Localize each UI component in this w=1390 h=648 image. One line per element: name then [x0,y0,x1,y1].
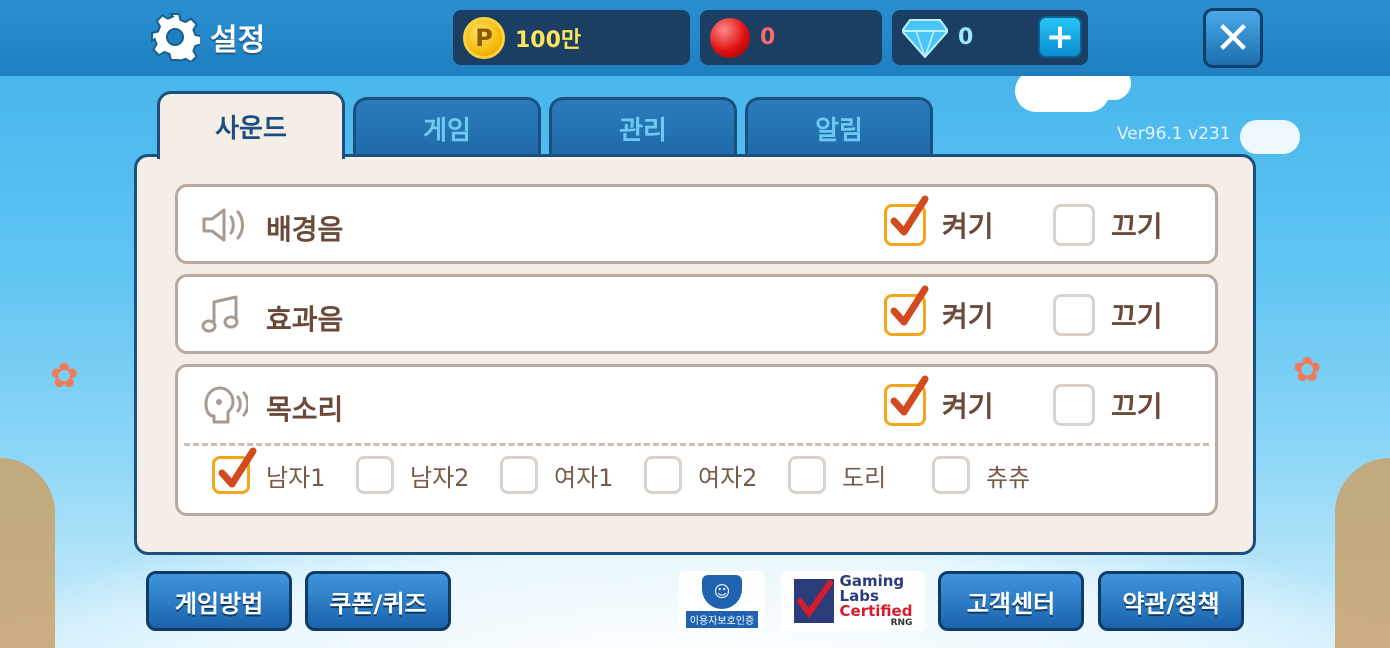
close-button[interactable]: ✕ [1203,8,1263,68]
ruby-value: 0 [760,25,776,50]
terms-policy-button[interactable]: 약관/정책 [1098,571,1244,631]
on-label: 켜기 [942,210,994,243]
checkmark-icon [890,285,929,326]
voice-male2-checkbox[interactable] [356,456,394,494]
tab-sound[interactable]: 사운드 [157,91,345,159]
on-label: 켜기 [942,300,994,333]
voice-option-chuchu[interactable]: 츄츄 [932,456,1076,494]
voice-label-chuchu: 츄츄 [986,463,1031,492]
gli-check-logo-icon [793,579,834,623]
shield-icon: ☺ [702,574,742,609]
maple-leaf-icon: ✿ [50,356,79,396]
checkmark-icon [890,375,929,416]
cloud-decoration [1240,120,1300,154]
voice-female2-checkbox[interactable] [644,456,682,494]
points-value: 100만 [515,27,582,53]
coin-icon: P [463,16,505,59]
top-bar: 설정 P 100만 0 0 + ✕ [0,0,1390,76]
bgm-off-option[interactable]: 끄기 [1053,204,1163,246]
dashed-divider [184,443,1209,446]
gear-icon [151,13,200,62]
diamond-icon [902,18,948,58]
maple-leaf-icon: ✿ [1293,350,1322,390]
coupon-quiz-button[interactable]: 쿠폰/퀴즈 [305,571,451,631]
title-area: 설정 [150,12,265,62]
sound-settings-panel: 배경음 켜기 끄기 효과음 켜기 끄기 목소리 켜기 끄기 남자1 남자2 여자… [134,154,1256,555]
voice-label-male2: 남자2 [410,463,470,492]
gli-text: Gaming Labs Certified RNG [840,574,913,628]
voice-label-female1: 여자1 [554,463,614,492]
bgm-label: 배경음 [266,213,344,246]
voice-option-male2[interactable]: 남자2 [356,456,500,494]
points-counter: P 100만 [453,10,690,65]
page-title: 설정 [210,23,266,58]
tab-notification[interactable]: 알림 [745,97,933,157]
version-label: Ver96.1 v231 [1117,124,1231,144]
checkmark-icon [890,195,929,236]
user-protection-badge[interactable]: ☺ 이용자보호인증 [679,571,765,631]
cloud-decoration [1015,70,1110,112]
voice-label-dori: 도리 [842,463,887,492]
red-gem-icon [710,17,750,58]
add-diamond-button[interactable]: + [1038,16,1082,58]
plant-decoration [0,458,55,648]
diamond-counter: 0 + [892,10,1088,65]
sfx-on-option[interactable]: 켜기 [884,285,994,336]
customer-center-button[interactable]: 고객센터 [938,571,1084,631]
voice-option-female1[interactable]: 여자1 [500,456,644,494]
music-note-icon [201,295,239,333]
voice-label: 목소리 [266,393,344,426]
checkmark-icon [218,447,257,488]
bgm-on-option[interactable]: 켜기 [884,195,994,246]
voice-row: 목소리 켜기 끄기 남자1 남자2 여자1 여자2 도리 츄츄 [175,364,1218,516]
ruby-counter: 0 [700,10,882,65]
diamond-value: 0 [958,25,974,50]
protect-badge-label: 이용자보호인증 [685,610,759,628]
gli-line4: RNG [890,618,913,628]
sfx-off-checkbox[interactable] [1053,294,1095,336]
voice-options: 남자1 남자2 여자1 여자2 도리 츄츄 [212,447,1076,494]
off-label: 끄기 [1111,210,1163,243]
voice-option-male1[interactable]: 남자1 [212,447,356,494]
voice-off-option[interactable]: 끄기 [1053,384,1163,426]
off-label: 끄기 [1111,390,1163,423]
voice-male1-checkbox[interactable] [212,447,257,494]
voice-on-checkbox[interactable] [884,375,929,426]
voice-label-male1: 남자1 [266,463,326,492]
how-to-play-button[interactable]: 게임방법 [146,571,292,631]
sfx-row: 효과음 켜기 끄기 [175,274,1218,354]
voice-option-female2[interactable]: 여자2 [644,456,788,494]
tab-manage[interactable]: 관리 [549,97,737,157]
plant-decoration [1335,458,1390,648]
sfx-off-option[interactable]: 끄기 [1053,294,1163,336]
tab-game[interactable]: 게임 [353,97,541,157]
voice-label-female2: 여자2 [698,463,758,492]
on-label: 켜기 [942,390,994,423]
off-label: 끄기 [1111,300,1163,333]
bgm-on-checkbox[interactable] [884,195,929,246]
bgm-row: 배경음 켜기 끄기 [175,184,1218,264]
gli-line3: Certified [839,602,913,620]
voice-on-option[interactable]: 켜기 [884,375,994,426]
voice-option-dori[interactable]: 도리 [788,456,932,494]
voice-head-icon [204,386,248,424]
gli-certified-badge[interactable]: Gaming Labs Certified RNG [781,571,925,631]
voice-chuchu-checkbox[interactable] [932,456,970,494]
speaker-icon [202,208,244,242]
sfx-label: 효과음 [266,303,344,336]
sfx-on-checkbox[interactable] [884,285,929,336]
voice-female1-checkbox[interactable] [500,456,538,494]
voice-dori-checkbox[interactable] [788,456,826,494]
bgm-off-checkbox[interactable] [1053,204,1095,246]
voice-off-checkbox[interactable] [1053,384,1095,426]
